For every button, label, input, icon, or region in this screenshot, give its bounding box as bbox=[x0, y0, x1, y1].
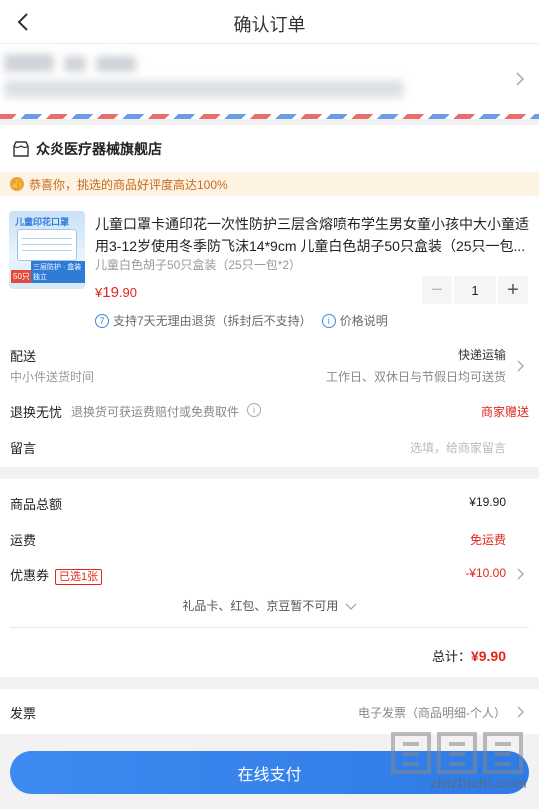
delivery-method[interactable]: 快递运输 bbox=[458, 346, 506, 363]
return-service-label: 退换无忧 bbox=[10, 405, 63, 420]
rating-banner: 👍 恭喜你，挑选的商品好评度高达100% bbox=[0, 172, 539, 196]
thumb-up-icon: 👍 bbox=[10, 177, 24, 191]
goods-total-value: ¥19.90 bbox=[469, 495, 506, 509]
summary-card: 商品总额 ¥19.90 运费 免运费 优惠券 已选1张 -¥10.00 礼品卡、红… bbox=[0, 479, 539, 677]
gift-card-note-text: 礼品卡、红包、京豆暂不可用 bbox=[182, 599, 339, 613]
info-icon[interactable]: i bbox=[321, 313, 336, 328]
delivery-time[interactable]: 工作日、双休日与节假日均可送货 bbox=[326, 368, 506, 385]
store-icon bbox=[13, 141, 29, 157]
total-label: 总计： bbox=[431, 649, 471, 664]
blurred-address bbox=[4, 80, 404, 98]
seven-day-icon: 7 bbox=[95, 313, 109, 328]
invoice-label: 发票 bbox=[10, 706, 37, 721]
invoice-row[interactable]: 发票 电子发票（商品明细-个人） bbox=[0, 689, 539, 734]
divider bbox=[10, 627, 529, 628]
shipping-value: 免运费 bbox=[469, 533, 506, 547]
chevron-right-icon bbox=[517, 568, 524, 580]
message-label: 留言 bbox=[10, 441, 37, 456]
price-info-link[interactable]: 价格说明 bbox=[340, 312, 388, 329]
goods-total-label: 商品总额 bbox=[10, 497, 63, 512]
chevron-down-icon bbox=[345, 603, 357, 610]
blurred-phone bbox=[96, 56, 136, 72]
shop-header[interactable]: 众炎医疗器械旗舰店 bbox=[12, 139, 162, 159]
invoice-value[interactable]: 电子发票（商品明细-个人） bbox=[358, 704, 506, 721]
envelope-stripe bbox=[0, 114, 539, 119]
return-policy-text: 支持7天无理由退货（拆封后不支持） bbox=[113, 314, 312, 328]
price-decimal: .90 bbox=[118, 285, 137, 300]
quantity-value[interactable]: 1 bbox=[452, 276, 498, 304]
banner-text: 恭喜你，挑选的商品好评度高达100% bbox=[29, 177, 228, 192]
price-integer: 19 bbox=[102, 284, 119, 301]
shipping-label: 运费 bbox=[10, 533, 37, 548]
blurred-name bbox=[4, 54, 54, 72]
watermark-logo-icon bbox=[391, 732, 523, 774]
shop-name: 众炎医疗器械旗舰店 bbox=[36, 141, 162, 157]
chevron-right-icon bbox=[517, 706, 524, 718]
product-image[interactable]: 儿童印花口罩 50只 三层防护 · 盒装独立 bbox=[9, 211, 85, 289]
product-image-caption: 儿童印花口罩 bbox=[15, 217, 70, 227]
product-sku: 儿童白色胡子50只盒装（25只一包*2） bbox=[95, 258, 302, 272]
return-service-sub: 退换货可获运费赔付或免费取件 bbox=[71, 405, 240, 419]
decrease-button[interactable]: − bbox=[422, 276, 452, 304]
delivery-sub: 中小件送货时间 bbox=[10, 370, 95, 384]
chevron-right-icon bbox=[516, 72, 525, 86]
gift-card-note[interactable]: 礼品卡、红包、京豆暂不可用 bbox=[0, 597, 539, 614]
page-title: 确认订单 bbox=[233, 15, 306, 35]
product-image-tag2: 三层防护 · 盒装独立 bbox=[31, 261, 85, 283]
product-title[interactable]: 儿童口罩卡通印花一次性防护三层含熔喷布学生男女童小孩中大小童适用3-12岁使用冬… bbox=[95, 213, 531, 257]
watermark-url: zhizhizhi.com bbox=[429, 775, 528, 792]
product-price: ¥19.90 bbox=[95, 284, 137, 301]
coupon-tag: 已选1张 bbox=[55, 569, 103, 585]
message-input[interactable]: 选填，给商家留言 bbox=[410, 439, 506, 456]
return-policy: 7 支持7天无理由退货（拆封后不支持） i 价格说明 bbox=[95, 312, 388, 329]
chevron-right-icon bbox=[517, 360, 524, 372]
site-watermark: zhizhizhi.com bbox=[387, 730, 528, 792]
address-section[interactable] bbox=[0, 44, 539, 114]
quantity-stepper: − 1 + bbox=[422, 276, 530, 304]
coupon-value[interactable]: -¥10.00 bbox=[465, 566, 506, 580]
increase-button[interactable]: + bbox=[498, 276, 528, 304]
blurred-detail bbox=[64, 56, 86, 72]
delivery-label: 配送 bbox=[10, 349, 37, 364]
return-service-right: 商家赠送 bbox=[480, 405, 529, 419]
total-amount: ¥9.90 bbox=[470, 648, 506, 664]
coupon-label[interactable]: 优惠券 已选1张 bbox=[10, 565, 103, 585]
order-total: 总计：¥9.90 bbox=[432, 646, 506, 665]
shop-card: 众炎医疗器械旗舰店 👍 恭喜你，挑选的商品好评度高达100% 儿童印花口罩 50… bbox=[0, 125, 539, 467]
nav-header: 确认订单 bbox=[0, 0, 539, 44]
product-image-tag: 50只 bbox=[11, 270, 32, 283]
coupon-label-text: 优惠券 bbox=[10, 568, 50, 583]
mask-illustration bbox=[17, 229, 77, 261]
info-icon[interactable]: i bbox=[247, 403, 261, 417]
